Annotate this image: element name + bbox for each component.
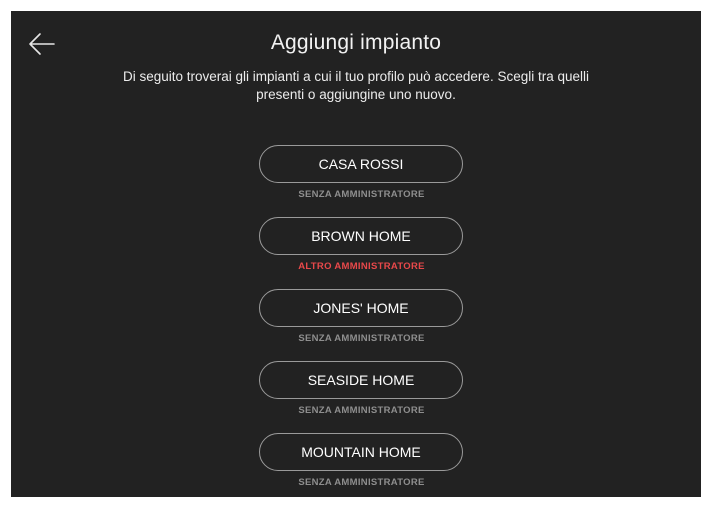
plant-status: SENZA AMMINISTRATORE [298,477,425,488]
plant-item-brown-home: BROWN HOME ALTRO AMMINISTRATORE [259,217,465,289]
app-screen: Aggiungi impianto Di seguito troverai gl… [11,11,701,497]
plant-status-alert: ALTRO AMMINISTRATORE [298,261,425,272]
subtitle-line-1: Di seguito troverai gli impianti a cui i… [123,69,589,84]
plant-status: SENZA AMMINISTRATORE [298,405,425,416]
plant-item-seaside-home: SEASIDE HOME SENZA AMMINISTRATORE [259,361,465,433]
page-subtitle: Di seguito troverai gli impianti a cui i… [81,68,631,104]
plant-status: SENZA AMMINISTRATORE [298,333,425,344]
plant-button-casa-rossi[interactable]: CASA ROSSI [259,145,463,183]
plant-button-mountain-home[interactable]: MOUNTAIN HOME [259,433,463,471]
subtitle-line-2: presenti o aggiungine uno nuovo. [256,87,456,102]
plant-item-jones-home: JONES' HOME SENZA AMMINISTRATORE [259,289,465,361]
plant-button-brown-home[interactable]: BROWN HOME [259,217,463,255]
plant-list: CASA ROSSI SENZA AMMINISTRATORE BROWN HO… [259,145,465,505]
plant-button-seaside-home[interactable]: SEASIDE HOME [259,361,463,399]
plant-button-jones-home[interactable]: JONES' HOME [259,289,463,327]
plant-status: SENZA AMMINISTRATORE [298,189,425,200]
plant-item-casa-rossi: CASA ROSSI SENZA AMMINISTRATORE [259,145,465,217]
page-title: Aggiungi impianto [270,31,442,54]
plant-item-mountain-home: MOUNTAIN HOME SENZA AMMINISTRATORE [259,433,465,505]
